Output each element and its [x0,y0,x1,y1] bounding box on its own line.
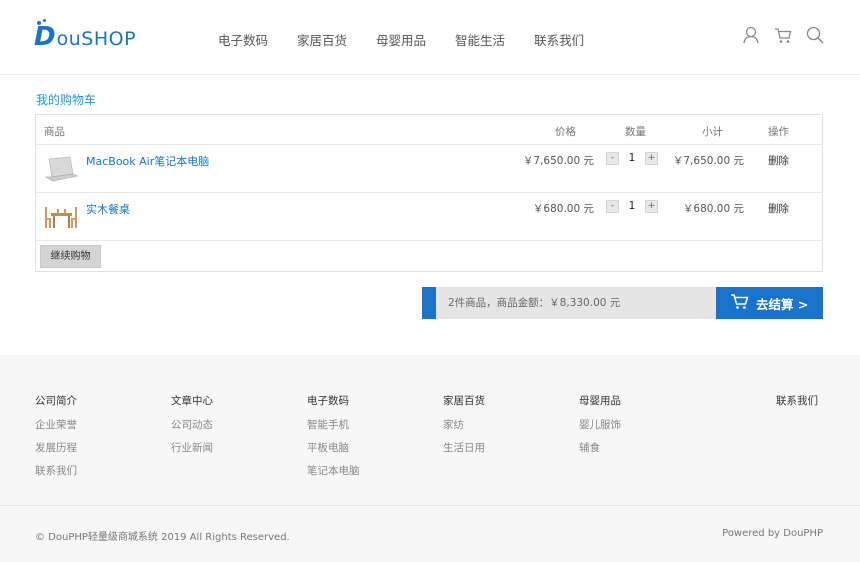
nav-item-electronics[interactable]: 电子数码 [218,30,268,49]
cart-row: MacBook Air笔记本电脑 ￥7,650.00 元 - 1 + ￥7,65… [36,145,822,193]
quantity-stepper: - 1 + [606,199,660,213]
qty-plus-button[interactable]: + [645,151,658,165]
footer-link[interactable]: 笔记本电脑 [307,463,360,478]
footer-link[interactable]: 行业新闻 [171,440,213,455]
qty-value[interactable]: 1 [619,152,645,164]
site-header: D ouSHOP 电子数码 家居百货 母婴用品 智能生活 联系我们 [0,0,860,75]
product-price: ￥7,650.00 元 [522,155,594,167]
nav-item-smart-life[interactable]: 智能生活 [455,30,505,49]
qty-minus-button[interactable]: - [606,199,619,213]
qty-value[interactable]: 1 [619,200,645,212]
col-product: 商品 [44,126,65,138]
cart-icon [730,293,756,314]
footer-column-home-goods: 家居百货 家纺 生活日用 [443,393,485,463]
cart-icon[interactable] [773,25,793,45]
footer-column-contact: 联系我们 [776,393,818,417]
product-subtotal: ￥7,650.00 元 [672,155,744,167]
cart-row: 实木餐桌 ￥680.00 元 - 1 + ￥680.00 元 删除 [36,193,822,241]
col-action: 操作 [768,126,789,138]
powered-by-link[interactable]: Powered by DouPHP [722,528,823,539]
footer-link[interactable]: 婴儿服饰 [579,417,621,432]
cart-summary: 2件商品，商品金额：￥8,330.00 元 [422,287,716,319]
col-subtotal: 小计 [702,126,723,138]
main-nav: 电子数码 家居百货 母婴用品 智能生活 联系我们 [218,30,613,49]
qty-minus-button[interactable]: - [606,151,619,165]
qty-plus-button[interactable]: + [645,199,658,213]
product-price: ￥680.00 元 [532,203,594,215]
footer-link[interactable]: 发展历程 [35,440,77,455]
footer-link[interactable]: 家纺 [443,417,485,432]
col-price: 价格 [555,126,576,138]
footer-column-electronics: 电子数码 智能手机 平板电脑 笔记本电脑 [307,393,360,486]
user-icon[interactable] [741,25,761,45]
footer-link[interactable]: 平板电脑 [307,440,360,455]
footer-link[interactable]: 公司动态 [171,417,213,432]
search-icon[interactable] [805,25,825,45]
product-name-link[interactable]: MacBook Air笔记本电脑 [86,153,209,169]
checkout-button[interactable]: 去结算 > [716,287,823,319]
footer-heading-contact[interactable]: 联系我们 [776,393,818,408]
footer-link[interactable]: 联系我们 [35,463,77,478]
footer-column-baby: 母婴用品 婴儿服饰 辅食 [579,393,621,463]
page-title: 我的购物车 [36,93,97,107]
nav-item-contact[interactable]: 联系我们 [534,30,584,49]
cart-header-row: 商品 价格 数量 小计 操作 [36,115,822,145]
footer-heading: 公司简介 [35,395,77,407]
site-footer: 公司简介 企业荣誉 发展历程 联系我们 文章中心 公司动态 行业新闻 电子数码 … [0,355,860,562]
product-name-link[interactable]: 实木餐桌 [86,201,130,217]
col-quantity: 数量 [625,126,646,138]
copyright-text: © DouPHP轻量级商城系统 2019 All Rights Reserved… [35,532,290,543]
footer-link[interactable]: 生活日用 [443,440,485,455]
delete-link[interactable]: 删除 [768,153,789,168]
site-logo[interactable]: D ouSHOP [34,19,137,52]
footer-link[interactable]: 智能手机 [307,417,360,432]
nav-item-baby[interactable]: 母婴用品 [376,30,426,49]
footer-column-articles: 文章中心 公司动态 行业新闻 [171,393,213,463]
checkout-label: 去结算 > [756,296,809,312]
footer-link[interactable]: 辅食 [579,440,621,455]
footer-heading: 母婴用品 [579,395,621,407]
delete-link[interactable]: 删除 [768,201,789,216]
footer-heading: 电子数码 [307,395,349,407]
footer-heading: 文章中心 [171,395,213,407]
footer-link[interactable]: 企业荣誉 [35,417,77,432]
cart-table: 商品 价格 数量 小计 操作 MacBook Air笔记本电脑 ￥7,650.0… [35,114,823,272]
dining-table-icon[interactable] [43,201,79,233]
footer-divider [0,505,860,506]
product-subtotal: ￥680.00 元 [682,203,744,215]
laptop-icon[interactable] [43,153,79,185]
footer-column-about: 公司简介 企业荣誉 发展历程 联系我们 [35,393,77,486]
logo-mark: D [34,19,56,52]
footer-heading: 家居百货 [443,395,485,407]
nav-item-home-goods[interactable]: 家居百货 [297,30,347,49]
quantity-stepper: - 1 + [606,151,660,165]
logo-text: ouSHOP [56,28,137,50]
continue-shopping-button[interactable]: 继续购物 [40,245,101,268]
